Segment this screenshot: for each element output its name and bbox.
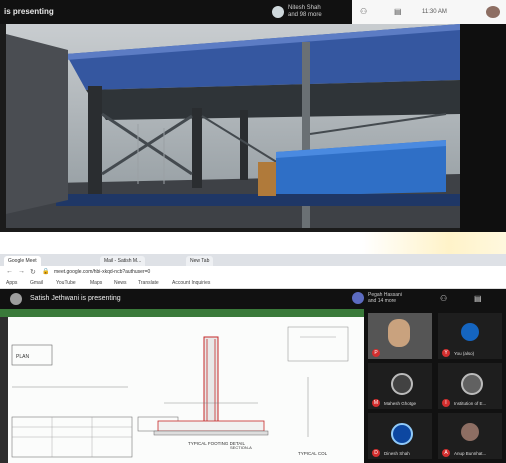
divider-highlight [362, 232, 506, 254]
chat-icon-2[interactable]: ▤ [474, 294, 482, 303]
presenting-label: is presenting [4, 7, 54, 16]
participant-avatar-circle [461, 423, 479, 441]
forward-icon[interactable]: → [18, 268, 25, 275]
participant-grid: P Y You (also) M Mahesh Ghotge I Institu… [364, 309, 506, 463]
presenter-avatar [272, 6, 284, 18]
participant-badge: P [372, 349, 380, 357]
bookmark-account-inquiries[interactable]: Account Inquiries [172, 279, 210, 287]
bottom-browser-panel: Google Meet Mail - Satish M... New Tab ←… [0, 254, 506, 463]
top-side-strip [460, 24, 506, 232]
lock-icon: 🔒 [42, 269, 50, 275]
participant-face [388, 319, 410, 347]
clock-time: 11:30 AM [422, 9, 447, 15]
presenter-avatar-2 [10, 293, 22, 305]
url-text[interactable]: meet.google.com/hbi-xkqd-ncb?authuser=0 [54, 268, 224, 276]
participant-label: Mahesh Ghotge [384, 401, 417, 406]
participant-avatar-circle [391, 423, 413, 445]
participant-label: Dinesh Shah [384, 451, 410, 456]
divider-band [0, 232, 506, 254]
participant-tile[interactable]: I Institution of E... [438, 363, 502, 409]
participant-avatar [352, 292, 364, 304]
participant-tile[interactable]: D Dinesh Shah [368, 413, 432, 459]
shared-video-frame: ‹ ▭ › ✎ ▬ ⤢ [6, 24, 460, 228]
cad-label-col: TYPICAL COL [298, 451, 328, 456]
self-avatar [486, 6, 500, 18]
participant-info: Pegah Hassani and 14 more [368, 292, 428, 304]
participant-label: You (also) [454, 351, 475, 356]
cad-left-tools [0, 317, 8, 463]
participant-tile-video[interactable]: P [368, 313, 432, 359]
top-toolbar: ⚇ ▤ 11:30 AM [352, 0, 506, 24]
cad-label-section: SECTION-A [230, 445, 252, 450]
presenting-label-2: Satish Jethwani is presenting [30, 295, 121, 302]
chat-icon[interactable]: ▤ [394, 7, 402, 16]
steel-structure-photo [6, 24, 460, 228]
presenter-info: Nitesh Shah and 98 more [288, 5, 338, 19]
cad-toolbar [0, 309, 364, 317]
reload-icon[interactable]: ↻ [30, 268, 36, 276]
bookmarks-bar: Apps Gmail YouTube Maps News Translate A… [0, 278, 506, 289]
bookmark-gmail[interactable]: Gmail [30, 279, 43, 287]
participant-badge: M [372, 399, 380, 407]
participant-avatar-circle [461, 323, 479, 341]
participants-icon[interactable]: ⚇ [360, 7, 367, 16]
cad-canvas: PLAN TYPICAL FOOTING DETAIL SECTION-A TY… [8, 317, 364, 463]
top-meeting-bar: is presenting Nitesh Shah and 98 more ⚇ … [0, 0, 506, 24]
participant-badge: A [442, 449, 450, 457]
tab-new-tab[interactable]: New Tab [186, 256, 214, 266]
cad-drawing-share: PLAN TYPICAL FOOTING DETAIL SECTION-A TY… [0, 309, 364, 463]
tab-google-meet[interactable]: Google Meet [4, 256, 41, 266]
participant-tile[interactable]: A Anup Bunnhat... [438, 413, 502, 459]
participants-icon-2[interactable]: ⚇ [440, 294, 447, 303]
bookmark-news[interactable]: News [114, 279, 127, 287]
participant-avatar-circle [461, 373, 483, 395]
bookmark-maps[interactable]: Maps [90, 279, 102, 287]
participant-tile[interactable]: Y You (also) [438, 313, 502, 359]
browser-tab-strip: Google Meet Mail - Satish M... New Tab [0, 254, 506, 266]
bookmark-translate[interactable]: Translate [138, 279, 159, 287]
participant-label: Anup Bunnhat... [454, 451, 487, 456]
participant-avatar-circle [391, 373, 413, 395]
bookmark-apps[interactable]: Apps [6, 279, 17, 287]
participant-label: Institution of E... [454, 401, 487, 406]
back-icon[interactable]: ← [6, 268, 13, 275]
presenter-name: Nitesh Shah [288, 5, 321, 11]
bottom-meeting-bar: Satish Jethwani is presenting Pegah Hass… [0, 289, 506, 309]
participant-badge: Y [442, 349, 450, 357]
participant-badge: I [442, 399, 450, 407]
cad-label-plan: PLAN [16, 354, 29, 360]
bookmark-youtube[interactable]: YouTube [56, 279, 76, 287]
participant-sub: and 14 more [368, 298, 397, 304]
top-meeting-panel: is presenting Nitesh Shah and 98 more ⚇ … [0, 0, 506, 232]
tab-mail[interactable]: Mail - Satish M... [100, 256, 146, 266]
address-bar: ← → ↻ 🔒 meet.google.com/hbi-xkqd-ncb?aut… [0, 266, 506, 278]
presenter-sub: and 98 more [288, 12, 322, 18]
participant-badge: D [372, 449, 380, 457]
participant-tile[interactable]: M Mahesh Ghotge [368, 363, 432, 409]
